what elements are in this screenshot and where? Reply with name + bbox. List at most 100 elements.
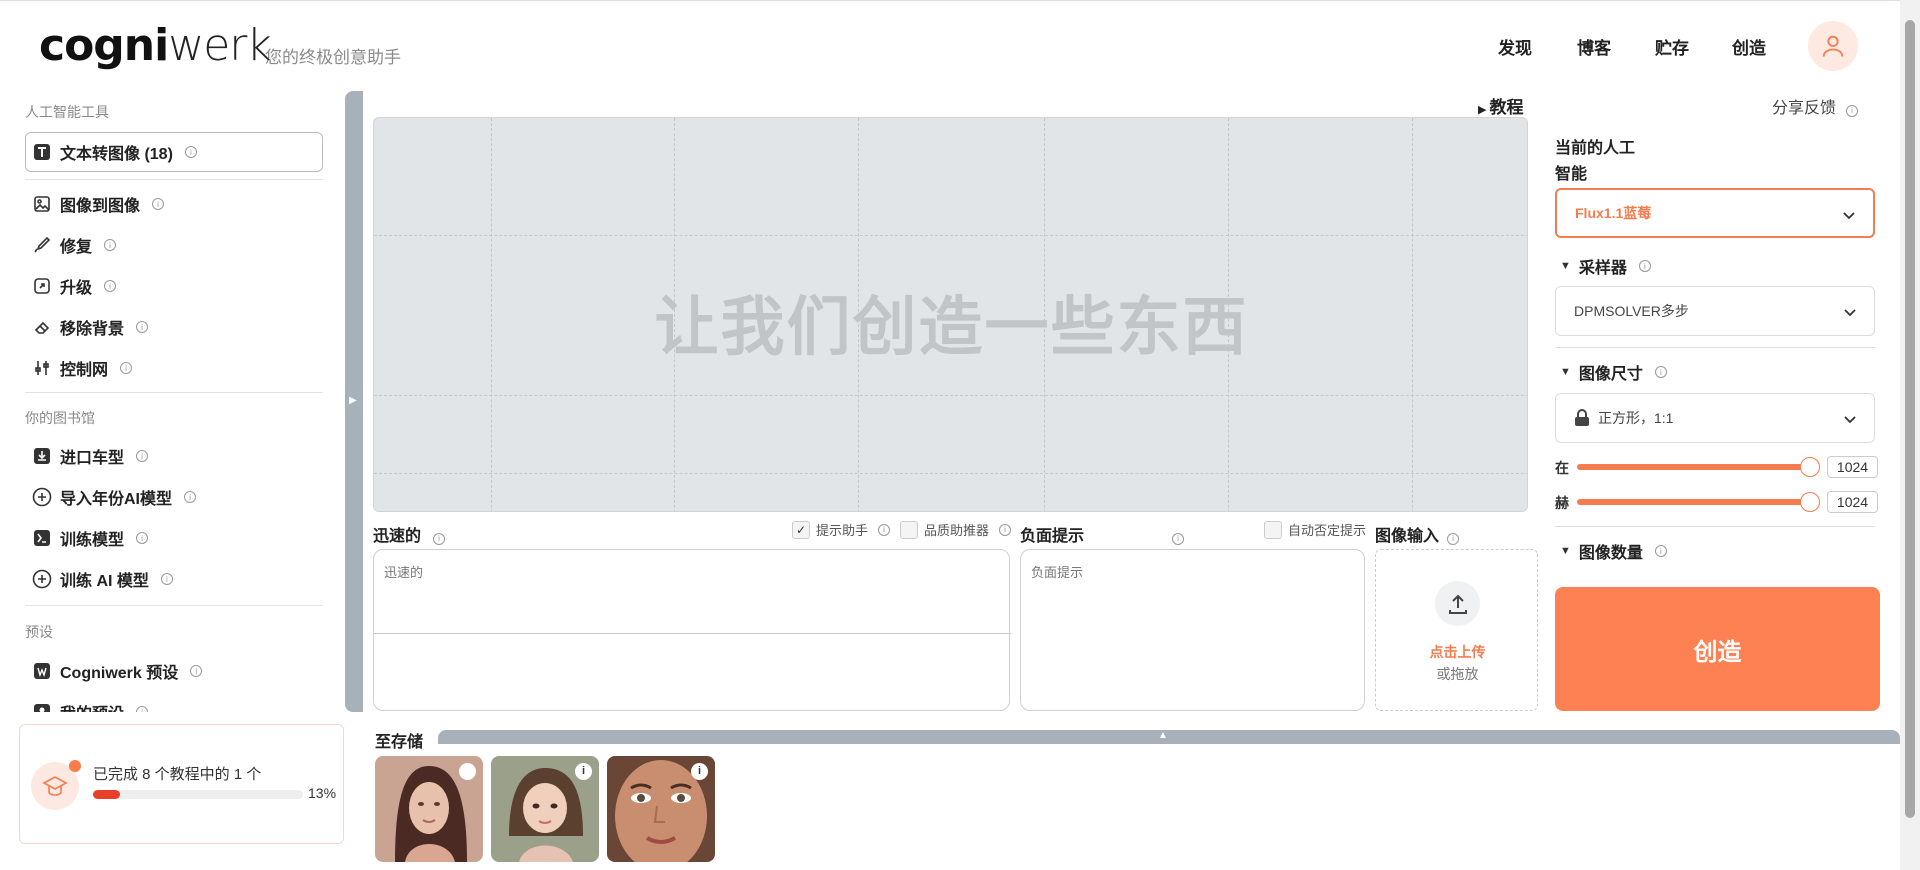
sidebar-item-controlnet[interactable]: 控制网 i [32, 354, 133, 382]
negative-textarea[interactable]: 负面提示 [1020, 549, 1365, 711]
info-icon[interactable]: i [1172, 532, 1185, 545]
sidebar-item-label: 导入年份AI模型 [60, 491, 173, 508]
sidebar-item-my-presets[interactable]: 我的预设 i [32, 698, 149, 712]
nav-create[interactable]: 创造 [1732, 34, 1766, 59]
info-icon[interactable]: i [136, 706, 149, 712]
sidebar-item-label: 修复 [60, 239, 93, 256]
info-icon[interactable]: i [136, 450, 149, 462]
canvas-placeholder: 让我们创造一些东西 [654, 291, 1249, 363]
sidebar-item-upscale[interactable]: 升级 i [32, 272, 117, 300]
sidebar-item-image-to-image[interactable]: 图像到图像 i [32, 190, 165, 218]
tutorial-progress-card[interactable]: 已完成 8 个教程中的 1 个 13% [19, 724, 344, 844]
upload-click-label[interactable]: 点击上传 [1376, 642, 1539, 662]
logo[interactable]: cogniwerk [39, 20, 272, 71]
checkbox[interactable] [900, 520, 918, 539]
info-icon[interactable]: i [1654, 545, 1667, 557]
sidebar-item-cogniwerk-presets[interactable]: Cogniwerk 预设 i [32, 657, 203, 685]
sidebar-item-label: 控制网 [60, 362, 109, 379]
section-library: 你的图书馆 [25, 410, 95, 426]
height-slider-handle[interactable] [1800, 492, 1820, 512]
sidebar-item-text-to-image[interactable]: 文本转图像 (18) i [32, 138, 197, 166]
prompt-label: 迅速的 i [373, 522, 446, 546]
lock-icon[interactable] [1574, 409, 1590, 427]
auto-negative-toggle[interactable]: 自动否定提示 [1264, 520, 1366, 539]
height-label: 赫 [1555, 495, 1569, 511]
image-canvas: 让我们创造一些东西 [373, 117, 1528, 512]
info-icon[interactable]: i [999, 523, 1012, 536]
info-icon[interactable]: i [190, 665, 203, 677]
info-icon[interactable]: i [152, 198, 165, 210]
width-slider-track[interactable] [1577, 464, 1809, 470]
create-button[interactable]: 创造 [1555, 587, 1880, 711]
negative-placeholder: 负面提示 [1031, 565, 1084, 580]
info-icon[interactable] [459, 763, 476, 780]
divider [25, 605, 323, 606]
sidebar-item-label: 移除背景 [60, 321, 125, 338]
progress-text: 已完成 8 个教程中的 1 个 [93, 766, 262, 783]
sidebar-item-train-ai-model[interactable]: 训练 AI 模型 i [32, 565, 173, 593]
plus-circle-icon [32, 569, 52, 589]
info-icon[interactable]: i [575, 763, 592, 780]
info-icon[interactable]: i [160, 573, 173, 585]
nav-blog[interactable]: 博客 [1577, 34, 1611, 59]
aspect-ratio-select[interactable]: 正方形，1:1 [1555, 393, 1875, 443]
info-icon[interactable]: i [1846, 104, 1859, 117]
stored-image-thumbnail[interactable]: i [607, 756, 715, 862]
info-icon[interactable]: i [120, 362, 133, 374]
image-upload-dropzone[interactable]: 点击上传 或拖放 [1375, 549, 1538, 711]
image-count-section[interactable]: ▼ 图像数量 i [1560, 539, 1667, 563]
prompt-assistant-toggle[interactable]: ✓ 提示助手 i [792, 520, 891, 539]
info-icon[interactable]: i [104, 239, 117, 251]
negative-label: 负面提示 i [1020, 522, 1185, 546]
chevron-down-icon [1844, 309, 1856, 317]
info-icon[interactable]: i [433, 532, 446, 545]
nav-discover[interactable]: 发现 [1498, 34, 1532, 59]
text-image-icon [32, 142, 52, 162]
nav-storage[interactable]: 贮存 [1655, 34, 1689, 59]
info-icon[interactable]: i [878, 523, 891, 536]
stored-image-thumbnail[interactable]: i [491, 756, 599, 862]
info-icon[interactable]: i [691, 763, 708, 780]
sidebar-item-label: 训练 AI 模型 [60, 573, 149, 590]
cogniwerk-icon [32, 661, 52, 681]
height-slider-track[interactable] [1577, 499, 1809, 505]
sidebar-item-remove-bg[interactable]: 移除背景 i [32, 313, 149, 341]
width-input[interactable]: 1024 [1827, 456, 1878, 478]
resize-divider[interactable] [374, 633, 1011, 634]
checkbox-checked[interactable]: ✓ [792, 520, 810, 539]
info-icon[interactable]: i [1638, 260, 1651, 272]
share-feedback[interactable]: 分享反馈 i [1772, 94, 1859, 118]
scrollbar-thumb[interactable] [1905, 20, 1915, 818]
sidebar-item-import-model[interactable]: 进口车型 i [32, 442, 149, 470]
prompt-textarea[interactable]: 迅速的 [373, 549, 1011, 711]
sidebar-item-inpaint[interactable]: 修复 i [32, 231, 117, 259]
sampler-section[interactable]: ▼ 采样器 i [1560, 254, 1651, 278]
user-avatar[interactable] [1808, 21, 1858, 71]
notification-dot [69, 760, 81, 772]
info-icon[interactable]: i [1447, 532, 1460, 545]
image-size-label: 图像尺寸 [1578, 366, 1643, 383]
model-select[interactable]: Flux1.1蓝莓 [1555, 188, 1875, 238]
quality-booster-toggle[interactable]: 品质助推器 i [900, 520, 1012, 539]
sidebar-item-import-ai-model[interactable]: 导入年份AI模型 i [32, 483, 197, 511]
height-input[interactable]: 1024 [1827, 491, 1878, 513]
stored-image-thumbnail[interactable] [375, 756, 483, 862]
checkbox[interactable] [1264, 520, 1282, 539]
info-icon[interactable]: i [136, 321, 149, 333]
width-slider-handle[interactable] [1800, 457, 1820, 477]
sampler-select[interactable]: DPMSOLVER多步 [1555, 286, 1875, 336]
image-size-section[interactable]: ▼ 图像尺寸 i [1560, 360, 1667, 384]
info-icon[interactable]: i [184, 146, 197, 158]
image-count-label: 图像数量 [1578, 545, 1643, 562]
negative-label-text: 负面提示 [1020, 528, 1085, 545]
sidebar-collapse-handle[interactable]: ▶ [345, 91, 363, 712]
info-icon[interactable]: i [184, 491, 197, 503]
info-icon[interactable]: i [104, 280, 117, 292]
info-icon[interactable]: i [1654, 366, 1667, 378]
tutorial-toggle[interactable]: ▶ 教程 [1478, 93, 1524, 118]
page-scrollbar[interactable] [1900, 0, 1920, 870]
info-icon[interactable]: i [136, 532, 149, 544]
plus-circle-icon [32, 487, 52, 507]
sidebar-item-train-model[interactable]: 训练模型 i [32, 524, 149, 552]
storage-expand-handle[interactable]: ▲ [438, 730, 1900, 744]
